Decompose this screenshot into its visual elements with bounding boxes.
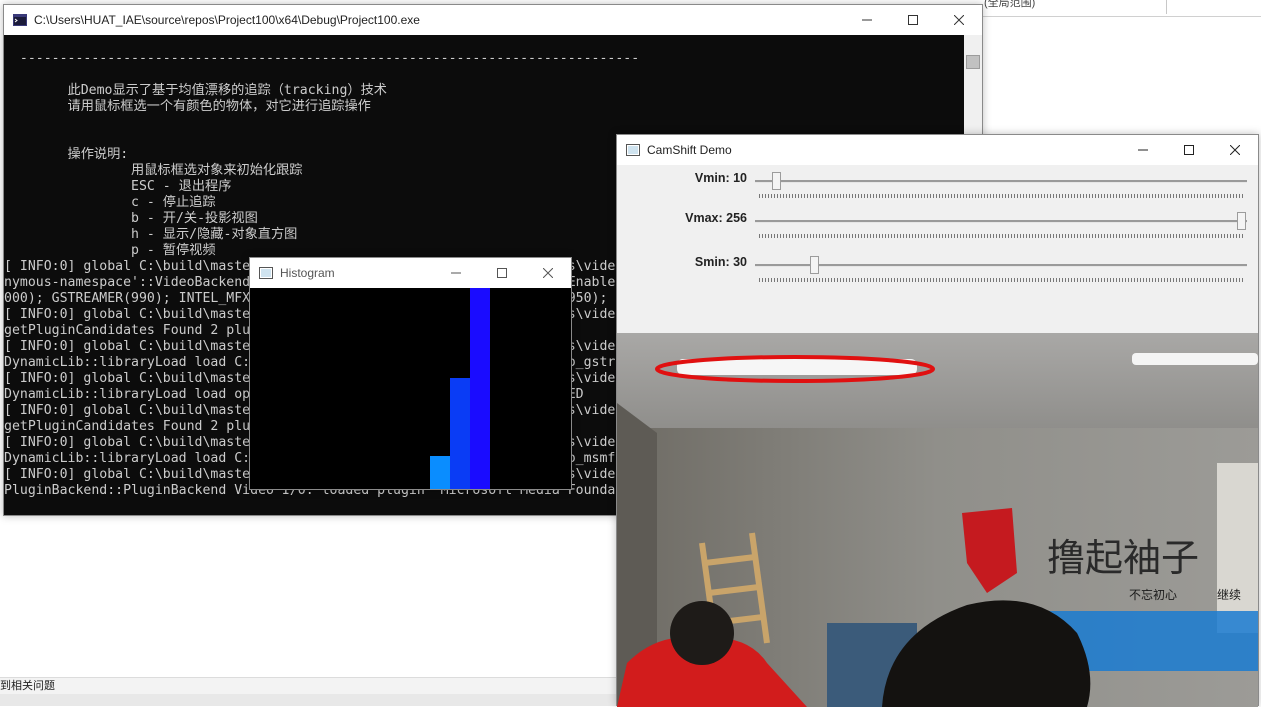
minimize-button[interactable] [1120, 135, 1166, 165]
console-titlebar[interactable]: C:\Users\HUAT_IAE\source\repos\Project10… [4, 5, 982, 35]
maximize-icon [1184, 145, 1194, 155]
person-left-head [670, 601, 734, 665]
maximize-icon [497, 268, 507, 278]
trackbar-label: Smin: 30 [694, 255, 747, 269]
ceiling-light-right [1132, 353, 1258, 365]
console-line: 请用鼠标框选一个有颜色的物体，对它进行追踪操作 [4, 99, 371, 114]
maximize-button[interactable] [1166, 135, 1212, 165]
console-line: 操作说明: [4, 147, 129, 162]
trackbar-ticks [759, 194, 1243, 198]
trackbar-track[interactable] [755, 264, 1247, 267]
close-icon [954, 15, 964, 25]
histogram-bin [470, 288, 490, 489]
trackbar-thumb[interactable] [772, 172, 781, 190]
console-line: p - 暂停视频 [4, 243, 216, 258]
console-line: b - 开/关-投影视图 [4, 211, 258, 226]
trackbar-thumb[interactable] [1237, 212, 1246, 230]
console-app-icon [12, 12, 28, 28]
banner-text: 撸起袖子 [1047, 536, 1199, 580]
console-line: 此Demo显示了基于均值漂移的追踪（tracking）技术 [4, 83, 387, 98]
close-icon [543, 268, 553, 278]
ide-divider-horizontal [983, 16, 1261, 17]
camshift-title: CamShift Demo [647, 143, 732, 157]
trackbar-label: Vmin: 10 [694, 171, 747, 185]
camshift-window[interactable]: CamShift Demo Vmin: 10 Vmax: 256 Smin: 30 [616, 134, 1259, 707]
histogram-bin [430, 456, 450, 489]
ide-bottom-bar [0, 694, 620, 706]
histogram-window[interactable]: Histogram [249, 257, 572, 490]
console-line: ----------------------------------------… [4, 51, 640, 66]
trackbar-track[interactable] [755, 180, 1247, 183]
close-icon [1230, 145, 1240, 155]
console-line: ESC - 退出程序 [4, 179, 232, 194]
minimize-button[interactable] [844, 5, 890, 35]
banner-subtext-2: 继续 [1217, 588, 1241, 602]
minimize-icon [451, 272, 461, 274]
histogram-title: Histogram [280, 266, 335, 280]
trackbar-ticks [759, 278, 1243, 282]
minimize-icon [1138, 149, 1148, 151]
maximize-button[interactable] [890, 5, 936, 35]
close-button[interactable] [1212, 135, 1258, 165]
histogram-bin [450, 378, 470, 489]
console-line: 用鼠标框选对象来初始化跟踪 [4, 163, 303, 178]
opencv-window-icon [258, 265, 274, 281]
close-button[interactable] [525, 258, 571, 288]
banner-subtext-1: 不忘初心 [1129, 587, 1177, 602]
ide-scope-text: (全局范围) [984, 0, 1036, 9]
camshift-titlebar[interactable]: CamShift Demo [617, 135, 1258, 165]
console-line: c - 停止追踪 [4, 195, 216, 210]
ide-divider [1166, 0, 1167, 14]
histogram-titlebar[interactable]: Histogram [250, 258, 571, 288]
window-frame [1217, 463, 1258, 633]
console-line: h - 显示/隐藏-对象直方图 [4, 227, 298, 242]
scrollbar-thumb[interactable] [966, 55, 980, 69]
camera-video-frame[interactable]: 撸起袖子 不忘初心 继续 [617, 333, 1258, 707]
ceiling [617, 333, 1258, 433]
opencv-window-icon [625, 142, 641, 158]
ide-error-list-status: 到相关问题 [0, 677, 620, 695]
minimize-icon [862, 19, 872, 21]
console-title: C:\Users\HUAT_IAE\source\repos\Project10… [34, 13, 420, 27]
trackbar-ticks [759, 234, 1243, 238]
trackbar-panel: Vmin: 10 Vmax: 256 Smin: 30 [617, 165, 1258, 333]
maximize-button[interactable] [479, 258, 525, 288]
trackbar-track[interactable] [755, 220, 1247, 223]
minimize-button[interactable] [433, 258, 479, 288]
trackbar-label: Vmax: 256 [685, 211, 747, 225]
close-button[interactable] [936, 5, 982, 35]
trackbar-thumb[interactable] [810, 256, 819, 274]
histogram-canvas [250, 288, 571, 489]
camera-scene: 撸起袖子 不忘初心 继续 [617, 333, 1258, 707]
maximize-icon [908, 15, 918, 25]
